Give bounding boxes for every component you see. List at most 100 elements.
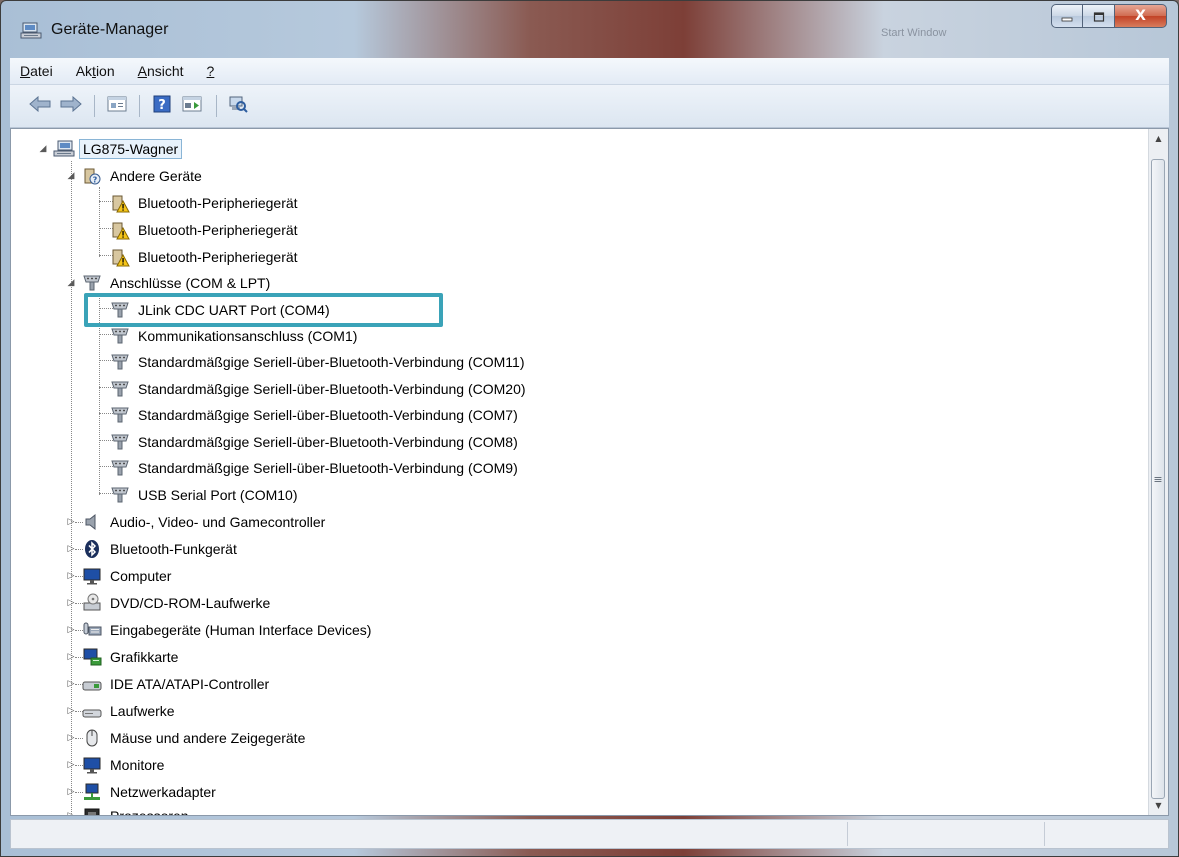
status-bar — [10, 819, 1169, 849]
menu-ansicht-accel: A — [137, 63, 147, 79]
port-icon — [109, 352, 131, 372]
device-bluetooth-peripheral-3[interactable]: Bluetooth-Peripheriegerät — [109, 245, 301, 269]
expand-toggle[interactable]: ▷ — [66, 811, 76, 815]
hid-icon — [81, 620, 103, 640]
grip-icon: ≡ — [1153, 472, 1163, 486]
anschluesse-collapse-toggle[interactable]: ◢ — [66, 278, 76, 288]
background-window-title: Start Window — [881, 27, 947, 39]
category-andere-geraete[interactable]: ? Andere Geräte — [81, 164, 205, 188]
minimize-button[interactable] — [1051, 4, 1083, 28]
processor-icon — [81, 806, 103, 815]
tree-connector — [71, 161, 72, 815]
menu-aktion[interactable]: Aktion — [66, 63, 128, 79]
category-grafikkarte[interactable]: Grafikkarte — [81, 645, 181, 669]
svg-text:?: ? — [158, 98, 166, 113]
port-icon — [81, 273, 103, 293]
computer-network-icon — [53, 139, 75, 159]
toolbar-separator — [139, 95, 140, 117]
category-dvd[interactable]: DVD/CD-ROM-Laufwerke — [81, 591, 273, 615]
menu-bar: Datei Aktion Ansicht ? — [10, 58, 1169, 85]
help-icon: ? — [153, 95, 171, 117]
category-label: IDE ATA/ATAPI-Controller — [110, 676, 270, 692]
scan-hardware-button[interactable] — [225, 96, 251, 116]
mouse-icon — [81, 728, 103, 748]
category-hid[interactable]: Eingabegeräte (Human Interface Devices) — [81, 618, 374, 642]
maximize-button[interactable] — [1083, 4, 1115, 28]
port-bt-com20[interactable]: Standardmäßgige Seriell-über-Bluetooth-V… — [109, 377, 529, 401]
category-label: Laufwerke — [110, 703, 175, 719]
help-button[interactable]: ? — [149, 95, 175, 117]
device-tree[interactable]: ◢ LG875-Wagner ◢ ? Andere Geräte Bluetoo… — [10, 128, 1169, 816]
scrollbar-thumb[interactable]: ≡ — [1151, 159, 1165, 799]
close-button[interactable]: X — [1115, 4, 1167, 28]
port-bt-com9[interactable]: Standardmäßgige Seriell-über-Bluetooth-V… — [109, 456, 521, 480]
vertical-scrollbar[interactable]: ▲ ≡ ▼ — [1148, 129, 1168, 815]
menu-datei[interactable]: Datei — [10, 63, 66, 79]
toolbar-separator — [216, 95, 217, 117]
category-label: Prozessoren — [110, 808, 189, 816]
device-bluetooth-peripheral-2[interactable]: Bluetooth-Peripheriegerät — [109, 218, 301, 242]
title-bar[interactable]: Geräte-Manager Start Window X — [1, 1, 1178, 51]
scroll-down-button[interactable]: ▼ — [1149, 796, 1168, 815]
category-ide[interactable]: IDE ATA/ATAPI-Controller — [81, 672, 272, 696]
properties-button[interactable] — [104, 96, 130, 116]
category-audio[interactable]: Audio-, Video- und Gamecontroller — [81, 510, 328, 534]
menu-aktion-pre: Ak — [75, 63, 93, 79]
network-adapter-icon — [81, 782, 103, 802]
tree-connector — [99, 187, 100, 257]
category-laufwerke[interactable]: Laufwerke — [81, 699, 178, 723]
device-bluetooth-peripheral-1[interactable]: Bluetooth-Peripheriegerät — [109, 191, 301, 215]
category-label: Netzwerkadapter — [110, 784, 216, 800]
port-bt-com8[interactable]: Standardmäßgige Seriell-über-Bluetooth-V… — [109, 430, 521, 454]
category-monitore[interactable]: Monitore — [81, 753, 167, 777]
port-bt-com7[interactable]: Standardmäßgige Seriell-über-Bluetooth-V… — [109, 403, 521, 427]
status-separator — [847, 822, 848, 846]
category-label: Eingabegeräte (Human Interface Devices) — [110, 622, 372, 638]
forward-button[interactable] — [58, 95, 84, 116]
svg-text:?: ? — [93, 176, 98, 185]
device-label: Standardmäßgige Seriell-über-Bluetooth-V… — [138, 381, 526, 397]
andere-collapse-toggle[interactable]: ◢ — [66, 171, 76, 181]
menu-ansicht[interactable]: Ansicht — [128, 63, 197, 79]
device-label: Standardmäßgige Seriell-über-Bluetooth-V… — [138, 434, 518, 450]
window-title: Geräte-Manager — [51, 21, 169, 38]
update-driver-button[interactable] — [179, 96, 205, 116]
category-computer[interactable]: Computer — [81, 564, 174, 588]
category-bluetooth[interactable]: Bluetooth-Funkgerät — [81, 537, 240, 561]
menu-help[interactable]: ? — [197, 63, 228, 79]
ide-controller-icon — [81, 674, 103, 694]
category-anschluesse[interactable]: Anschlüsse (COM & LPT) — [81, 271, 273, 295]
device-label: Standardmäßgige Seriell-über-Bluetooth-V… — [138, 407, 518, 423]
port-icon — [109, 326, 131, 346]
scroll-up-button[interactable]: ▲ — [1149, 129, 1168, 148]
port-usb-com10[interactable]: USB Serial Port (COM10) — [109, 483, 300, 507]
arrow-down-icon: ▼ — [1155, 801, 1162, 810]
close-icon: X — [1135, 8, 1146, 24]
speaker-icon — [81, 512, 103, 532]
device-label: Bluetooth-Peripheriegerät — [138, 249, 298, 265]
back-button[interactable] — [27, 95, 53, 116]
category-prozessoren[interactable]: Prozessoren — [81, 804, 192, 816]
category-label: Grafikkarte — [110, 649, 179, 665]
category-label: Anschlüsse (COM & LPT) — [110, 275, 271, 291]
category-netzwerk[interactable]: Netzwerkadapter — [81, 780, 219, 804]
highlight-box — [84, 293, 443, 327]
forward-arrow-icon — [60, 95, 82, 116]
dvd-drive-icon — [81, 593, 103, 613]
device-label: Standardmäßgige Seriell-über-Bluetooth-V… — [138, 354, 525, 370]
maximize-icon — [1093, 7, 1105, 26]
tree-root-node[interactable]: LG875-Wagner — [53, 137, 183, 161]
port-icon — [109, 458, 131, 478]
category-maeuse[interactable]: Mäuse und andere Zeigegeräte — [81, 726, 308, 750]
device-label: Standardmäßgige Seriell-über-Bluetooth-V… — [138, 460, 518, 476]
port-com1[interactable]: Kommunikationsanschluss (COM1) — [109, 324, 360, 348]
root-collapse-toggle[interactable]: ◢ — [38, 144, 48, 154]
port-bt-com11[interactable]: Standardmäßgige Seriell-über-Bluetooth-V… — [109, 350, 528, 374]
category-label: Mäuse und andere Zeigegeräte — [110, 730, 306, 746]
arrow-up-icon: ▲ — [1155, 134, 1162, 143]
menu-datei-post: atei — [30, 63, 53, 79]
menu-aktion-post: ion — [95, 63, 115, 79]
minimize-icon — [1061, 7, 1073, 26]
toolbar: ? — [10, 85, 1169, 128]
back-arrow-icon — [29, 95, 51, 116]
